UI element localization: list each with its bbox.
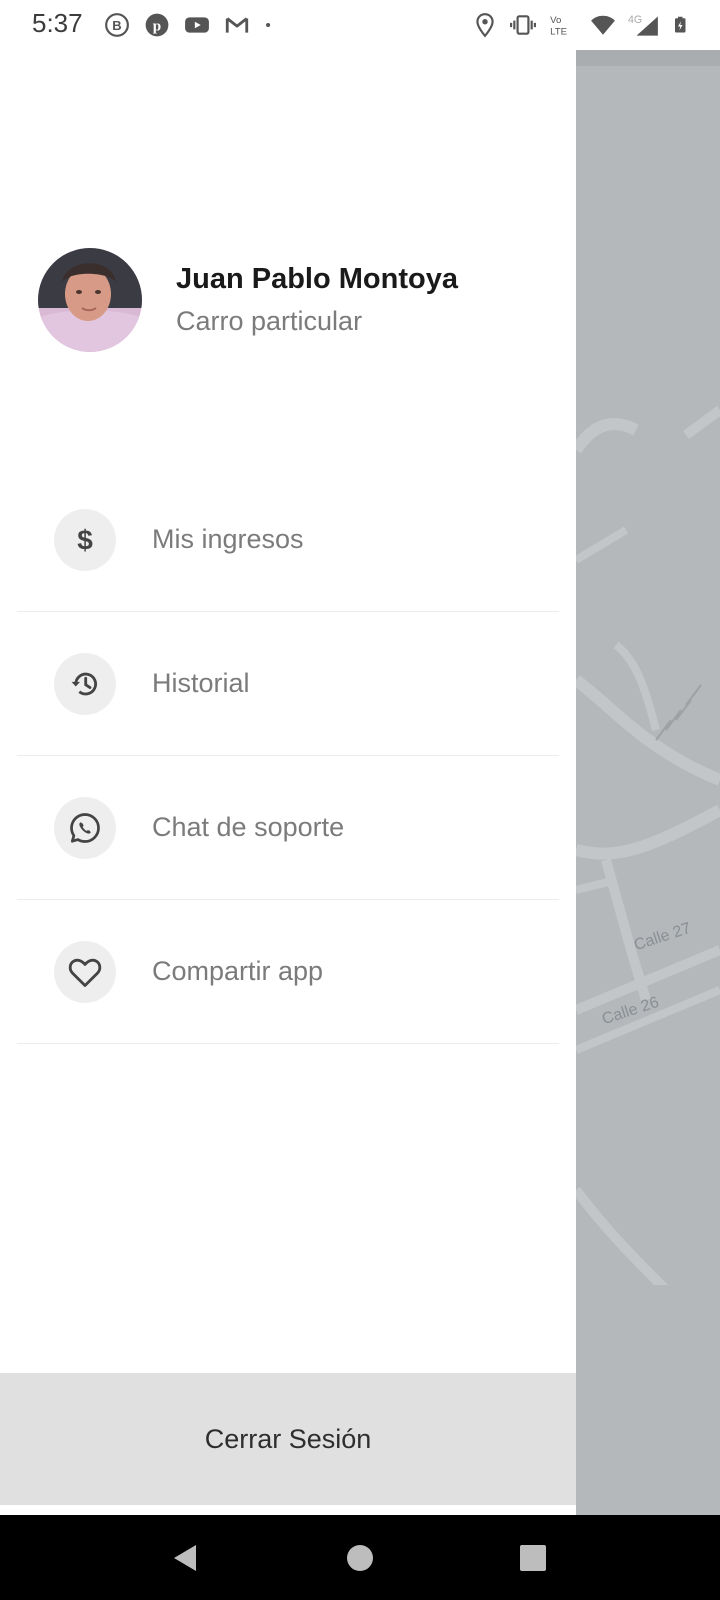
avatar[interactable]	[38, 248, 142, 352]
profile-header: Juan Pablo Montoya Carro particular	[38, 248, 458, 352]
svg-text:p: p	[153, 17, 161, 34]
user-name: Juan Pablo Montoya	[176, 263, 458, 295]
screen: 5:37 B p Vo LTE 4G Calle 27 Calle 26 Jua…	[0, 0, 720, 1600]
navigation-drawer: Juan Pablo Montoya Carro particular $ Mi…	[0, 50, 576, 1515]
profile-info: Juan Pablo Montoya Carro particular	[176, 260, 458, 340]
vehicle-type: Carro particular	[176, 306, 363, 336]
system-icons: Vo LTE 4G	[472, 12, 690, 38]
battery-charging-icon	[675, 16, 686, 33]
dot-icon	[266, 22, 271, 28]
pinterest-icon: p	[145, 13, 169, 37]
volte-icon: Vo LTE	[550, 15, 567, 38]
menu-item-compartir-app[interactable]: Compartir app	[17, 900, 559, 1044]
back-icon[interactable]	[168, 1541, 202, 1575]
system-navigation-bar	[0, 1515, 720, 1600]
menu-item-historial[interactable]: Historial	[17, 612, 559, 756]
drawer-menu: $ Mis ingresos Historial Chat de soporte…	[17, 468, 559, 1044]
menu-item-mis-ingresos[interactable]: $ Mis ingresos	[17, 468, 559, 612]
logout-button[interactable]: Cerrar Sesión	[0, 1373, 576, 1505]
location-icon	[476, 13, 494, 38]
home-icon[interactable]	[343, 1541, 377, 1575]
4g-signal-icon: 4G	[628, 14, 658, 36]
whatsapp-icon	[54, 796, 116, 859]
recents-icon[interactable]	[516, 1541, 550, 1575]
svg-text:Vo: Vo	[550, 15, 561, 26]
logout-label: Cerrar Sesión	[204, 1423, 372, 1454]
status-bar: 5:37 B p Vo LTE 4G	[0, 0, 720, 50]
map-roads	[576, 50, 720, 1515]
dollar-icon: $	[54, 508, 116, 571]
menu-item-chat-de-soporte[interactable]: Chat de soporte	[17, 756, 559, 900]
menu-label: Compartir app	[152, 956, 324, 986]
avatar-image	[38, 248, 142, 352]
svg-text:4G: 4G	[628, 14, 642, 26]
svg-text:B: B	[112, 18, 121, 33]
svg-text:$: $	[77, 524, 93, 555]
menu-label: Historial	[152, 668, 250, 698]
vibrate-icon	[510, 15, 536, 35]
svg-text:LTE: LTE	[550, 27, 567, 38]
menu-label: Chat de soporte	[152, 812, 345, 842]
youtube-icon	[185, 17, 209, 33]
history-icon	[54, 652, 116, 715]
status-time: 5:37	[32, 8, 83, 38]
heart-icon	[54, 940, 116, 1003]
notification-icons: B p	[104, 12, 278, 38]
gmail-icon	[225, 17, 249, 33]
map-background[interactable]: Calle 27 Calle 26	[576, 50, 720, 1515]
wifi-icon	[591, 15, 615, 35]
menu-label: Mis ingresos	[152, 524, 304, 554]
b-circle-icon: B	[105, 13, 129, 37]
